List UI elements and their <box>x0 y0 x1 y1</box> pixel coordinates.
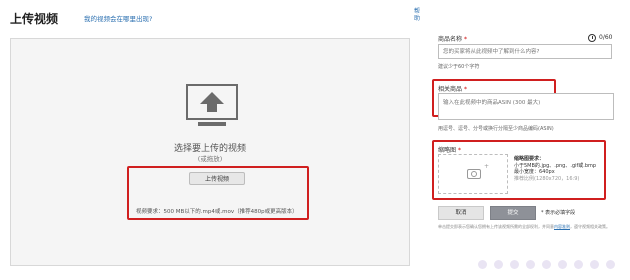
watermark-dot <box>606 260 615 269</box>
watermark-dots <box>478 254 628 274</box>
related-label: 相关商品 * <box>438 84 467 93</box>
help-top-link[interactable]: 帮 助 <box>414 8 420 22</box>
help-top-text: 帮 助 <box>414 8 421 22</box>
submit-button[interactable]: 提交 <box>490 206 536 220</box>
required-star: * <box>457 147 461 154</box>
related-hint: 用逗号、逗号、分号或换行分隔至少商品编码(ASIN) <box>438 126 554 132</box>
upload-video-button[interactable]: 上传视频 <box>189 172 245 185</box>
thumbnail-label: 缩略图 * <box>438 145 461 154</box>
content-guidelines-link[interactable]: 内容准则 <box>554 224 570 229</box>
or-drag-text: (或拖放) <box>197 155 223 163</box>
thumbnail-requirements: 缩略图要求： 小于5MB的.jpg、.png、.gif或.bmp 最小宽度：64… <box>514 156 596 182</box>
watermark-dot <box>494 260 503 269</box>
legal-notice: 单击提交即表示您确认您拥有上传该视频所需的全部权利，并同意内容准则，遵守视频相关… <box>438 224 616 230</box>
related-label-text: 相关商品 <box>438 86 463 93</box>
thumb-req-recommended: 推荐比例(1280x720，16:9) <box>514 175 580 182</box>
thumb-req-heading: 缩略图要求： <box>514 156 545 162</box>
video-requirements: 视频要求：500 MB以下的.mp4或.mov（推荐480p或更高版本） <box>136 209 298 215</box>
thumb-req-min-width: 最小宽度：640px <box>514 169 555 176</box>
upload-monitor-icon <box>186 84 238 126</box>
plus-icon: + <box>484 163 490 170</box>
title-counter: 0/60 <box>599 34 613 41</box>
watermark-dot <box>510 260 519 269</box>
required-note: * 表示必填字段 <box>541 210 576 216</box>
watermark-dot <box>478 260 487 269</box>
watermark-dot <box>526 260 535 269</box>
required-star: * <box>463 86 467 93</box>
watermark-dot <box>574 260 583 269</box>
page-title: 上传视频 <box>10 12 59 26</box>
thumbnail-label-text: 缩略图 <box>438 147 457 154</box>
watermark-dot <box>542 260 551 269</box>
watermark-dot <box>558 260 567 269</box>
camera-icon <box>467 169 481 179</box>
related-products-input[interactable] <box>438 93 614 120</box>
title-input[interactable] <box>438 44 612 59</box>
legal-text: 单击提交即表示您确认您拥有上传该视频所需的全部权利，并同意 <box>438 224 554 229</box>
legal-tail: ，遵守视频相关政策。 <box>570 224 610 229</box>
title-label-text: 商品名称 <box>438 36 463 43</box>
required-star: * <box>463 36 467 43</box>
title-label: 商品名称 * <box>438 34 467 43</box>
watermark-dot <box>590 260 599 269</box>
help-link[interactable]: 我的视频会在哪里出现? <box>84 13 152 23</box>
cancel-button[interactable]: 取消 <box>438 206 484 220</box>
title-hint: 建议少于60个字符 <box>438 64 480 70</box>
timer-icon <box>588 34 596 42</box>
